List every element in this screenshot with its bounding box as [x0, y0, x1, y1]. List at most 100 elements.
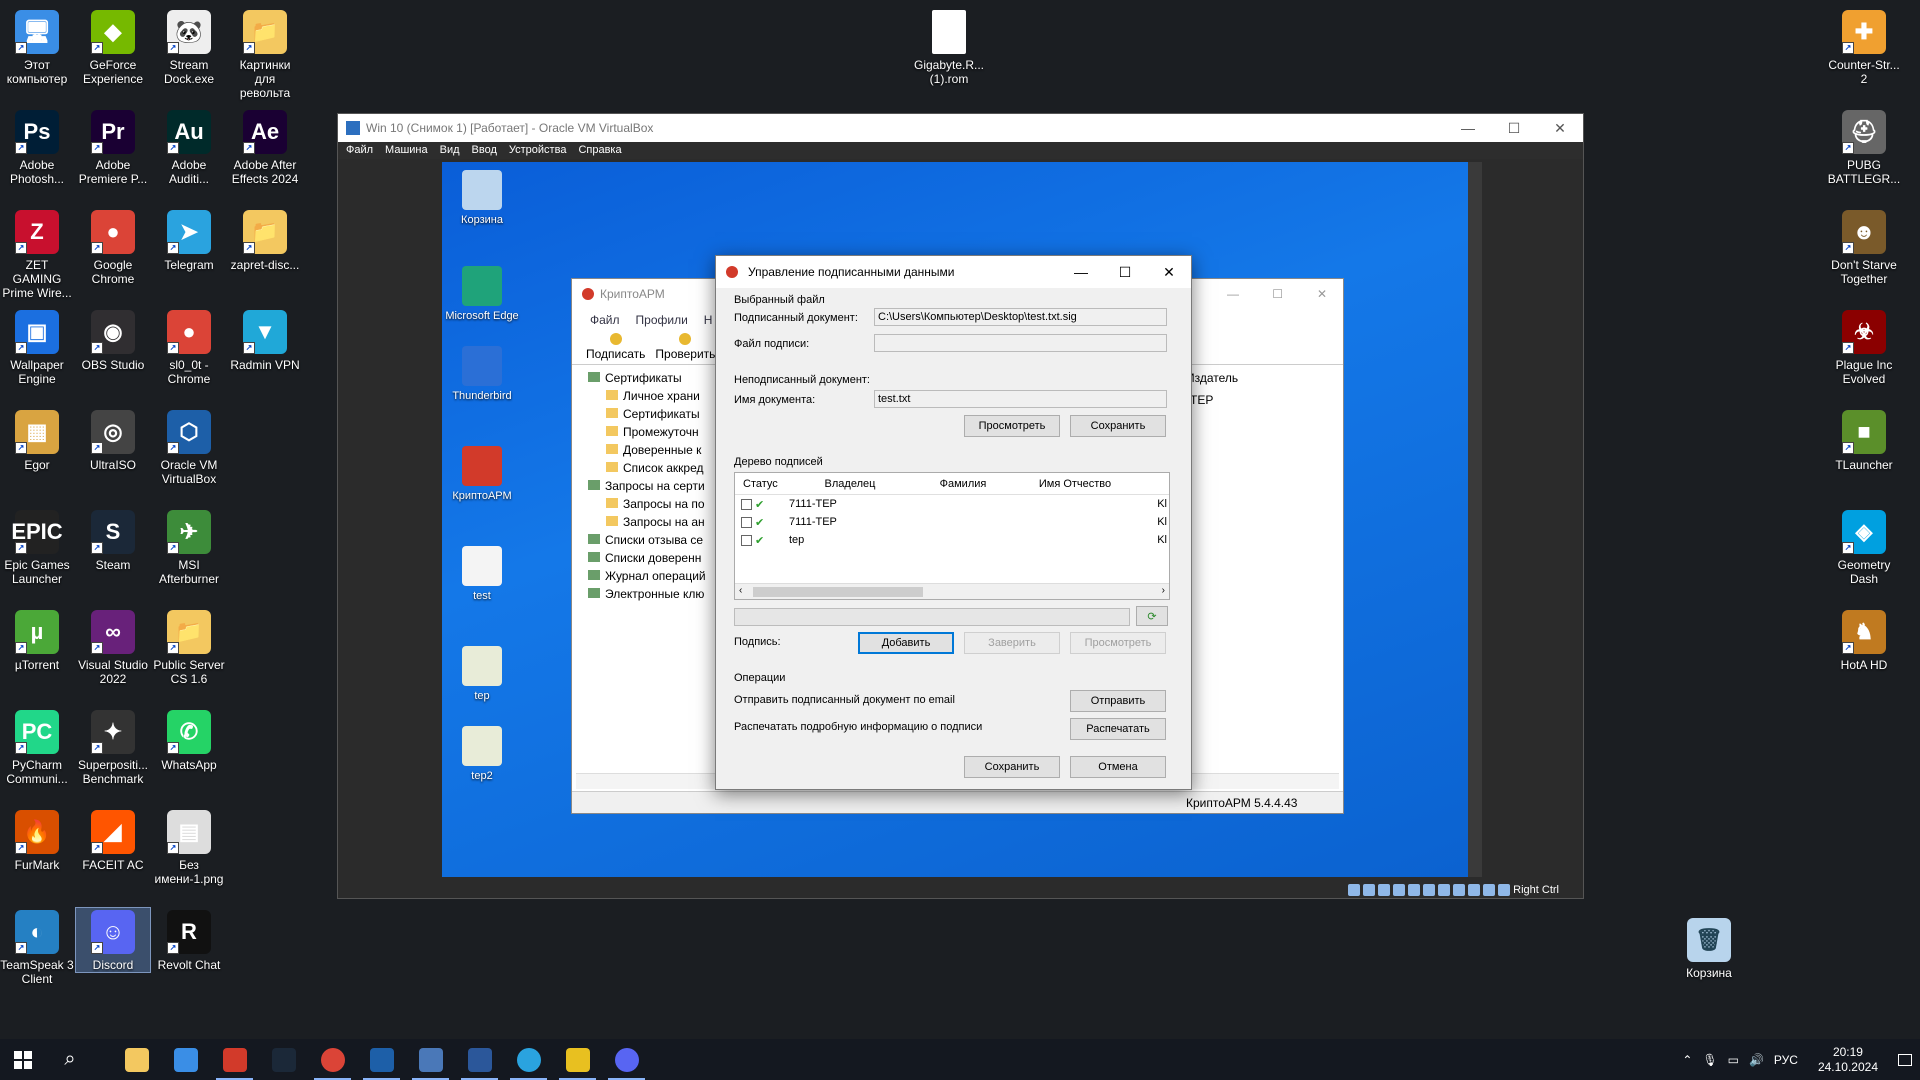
guest-desktop-icon[interactable]: test	[442, 546, 522, 602]
maximize-button[interactable]: ☐	[1272, 287, 1283, 301]
desktop-icon[interactable]: ▤ ↗ Без имени-1.png	[152, 808, 226, 886]
taskbar-button[interactable]	[455, 1039, 504, 1080]
minimize-button[interactable]: —	[1059, 256, 1103, 288]
desktop-icon[interactable]: ● ↗ sl0_0t - Chrome	[152, 308, 226, 386]
guest-desktop-icon[interactable]: Корзина	[442, 170, 522, 226]
scroll-right-icon[interactable]: ›	[1162, 585, 1165, 596]
desktop-icon-rom-file[interactable]: Gigabyte.R... (1).rom	[912, 8, 986, 86]
send-email-button[interactable]: Отправить	[1070, 690, 1166, 712]
desktop-icon[interactable]: 🐼 ↗ Stream Dock.exe	[152, 8, 226, 86]
column-name[interactable]: Имя Отчество	[1019, 478, 1131, 490]
desktop-icon[interactable]: Pr ↗ Adobe Premiere P...	[76, 108, 150, 186]
vt-status-icon[interactable]	[1468, 884, 1481, 896]
desktop-icon[interactable]: Z ↗ ZET GAMING Prime Wire...	[0, 208, 74, 300]
desktop-icon[interactable]: EPIC ↗ Epic Games Launcher	[0, 508, 74, 586]
ok-save-button[interactable]: Сохранить	[964, 756, 1060, 778]
desktop-icon[interactable]: Ae ↗ Adobe After Effects 2024	[228, 108, 302, 186]
cryptoarm-tree[interactable]: Сертификаты Личное храни Сертификаты Промеж…	[578, 369, 718, 759]
start-button[interactable]	[0, 1039, 46, 1080]
taskbar-button[interactable]	[161, 1039, 210, 1080]
save-document-button[interactable]: Сохранить	[1070, 415, 1166, 437]
table-row[interactable]: ✔ tep Kl	[735, 531, 1169, 549]
tree-item[interactable]: Сертификаты	[578, 369, 718, 387]
virtualbox-titlebar[interactable]: Win 10 (Снимок 1) [Работает] - Oracle VM…	[338, 114, 1583, 142]
network-icon[interactable]: ▭	[1728, 1053, 1739, 1067]
usb-status-icon[interactable]	[1408, 884, 1421, 896]
signed-doc-field[interactable]: C:\Users\Компьютер\Desktop\test.txt.sig	[874, 308, 1167, 326]
column-header-issuer[interactable]: Издатель	[1186, 371, 1238, 385]
menu-item[interactable]: Н	[704, 309, 713, 331]
clock[interactable]: 20:19 24.10.2024	[1818, 1045, 1878, 1075]
display-status-icon[interactable]	[1438, 884, 1451, 896]
row-checkbox[interactable]	[741, 498, 752, 510]
minimize-button[interactable]: —	[1445, 114, 1491, 142]
desktop-icon[interactable]: ✦ ↗ Superpositi... Benchmark	[76, 708, 150, 786]
desktop-icon[interactable]: ♞ ↗ HotA HD	[1826, 608, 1902, 672]
guest-desktop-icon[interactable]: Microsoft Edge	[442, 266, 522, 322]
desktop-icon[interactable]: ✆ ↗ WhatsApp	[152, 708, 226, 772]
desktop-icon[interactable]: 📁 ↗ zapret-disc...	[228, 208, 302, 272]
audio-status-icon[interactable]	[1378, 884, 1391, 896]
tree-item[interactable]: Личное храни	[578, 387, 718, 405]
view-signature-button[interactable]: Просмотреть	[1070, 632, 1166, 654]
desktop-icon[interactable]: ▣ ↗ Wallpaper Engine	[0, 308, 74, 386]
desktop-icon[interactable]: S ↗ Steam	[76, 508, 150, 572]
desktop-icon[interactable]: ◉ ↗ OBS Studio	[76, 308, 150, 372]
sig-file-field[interactable]	[874, 334, 1167, 352]
row-checkbox[interactable]	[741, 534, 752, 546]
desktop-icon[interactable]: ☻ ↗ Don't Starve Together	[1826, 208, 1902, 286]
maximize-button[interactable]: ☐	[1103, 256, 1147, 288]
tree-item[interactable]: Запросы на ан	[578, 513, 718, 531]
dialog-titlebar[interactable]: Управление подписанными данными — ☐ ✕	[716, 256, 1191, 288]
tree-item[interactable]: Электронные клю	[578, 585, 718, 603]
desktop-icon[interactable]: 🖥 ↗ Этот компьютер	[0, 8, 74, 86]
search-icon[interactable]: ⌕	[46, 1039, 94, 1080]
desktop-icon[interactable]: ✈ ↗ MSI Afterburner	[152, 508, 226, 586]
tree-item[interactable]: Запросы на серти	[578, 477, 718, 495]
microphone-icon[interactable]: 🎙	[1702, 1053, 1717, 1067]
vertical-scrollbar[interactable]	[1468, 162, 1482, 877]
column-owner[interactable]: Владелец	[793, 478, 907, 490]
desktop-icon[interactable]: ▼ ↗ Radmin VPN	[228, 308, 302, 372]
certify-button[interactable]: Заверить	[964, 632, 1060, 654]
tree-item[interactable]: Запросы на по	[578, 495, 718, 513]
tree-item[interactable]: Списки отзыва се	[578, 531, 718, 549]
tree-item[interactable]: Список аккред	[578, 459, 718, 477]
tree-item[interactable]: Промежуточн	[578, 423, 718, 441]
taskbar-button[interactable]	[553, 1039, 602, 1080]
desktop-icon[interactable]: ➤ ↗ Telegram	[152, 208, 226, 272]
tree-item[interactable]: Сертификаты	[578, 405, 718, 423]
cancel-button[interactable]: Отмена	[1070, 756, 1166, 778]
taskbar-button[interactable]	[602, 1039, 651, 1080]
desktop-icon[interactable]: PC ↗ PyCharm Communi...	[0, 708, 74, 786]
volume-icon[interactable]: 🔊	[1749, 1053, 1764, 1067]
desktop-icon[interactable]: ⛑ ↗ PUBG BATTLEGR...	[1826, 108, 1902, 186]
minimize-button[interactable]: —	[1227, 287, 1239, 301]
maximize-button[interactable]: ☐	[1491, 114, 1537, 142]
taskbar-button[interactable]	[406, 1039, 455, 1080]
taskbar-button[interactable]	[308, 1039, 357, 1080]
guest-desktop-icon[interactable]: КриптоАРМ	[442, 446, 522, 502]
desktop-icon[interactable]: ◐ ↗ TeamSpeak 3 Client	[0, 908, 74, 986]
desktop-icon[interactable]: ◆ ↗ GeForce Experience	[76, 8, 150, 86]
table-row[interactable]: ✔ 7111-TEP Kl	[735, 495, 1169, 513]
menu-item[interactable]: Машина	[385, 142, 428, 159]
signature-tree-table[interactable]: Статус Владелец Фамилия Имя Отчество ✔ 71…	[734, 472, 1170, 600]
desktop-icon[interactable]: ▦ ↗ Egor	[0, 408, 74, 472]
taskbar-button[interactable]	[357, 1039, 406, 1080]
desktop-icon[interactable]: Au ↗ Adobe Auditi...	[152, 108, 226, 186]
toolbar-button[interactable]: Подписать	[586, 331, 645, 364]
column-status[interactable]: Статус	[735, 478, 793, 490]
chevron-up-icon[interactable]: ⌃	[1682, 1053, 1692, 1067]
signed-data-dialog[interactable]: Управление подписанными данными — ☐ ✕ Вы…	[715, 255, 1192, 790]
close-button[interactable]: ✕	[1317, 287, 1327, 301]
table-horizontal-scrollbar[interactable]: ‹ ›	[735, 583, 1169, 599]
desktop-icon[interactable]: ◎ ↗ UltraISO	[76, 408, 150, 472]
menu-item[interactable]: Устройства	[509, 142, 567, 159]
table-row[interactable]: ✔ 7111-TEP Kl	[735, 513, 1169, 531]
menu-item[interactable]: Ввод	[472, 142, 497, 159]
desktop-icon[interactable]: ◈ ↗ Geometry Dash	[1826, 508, 1902, 586]
shared-folders-status-icon[interactable]	[1423, 884, 1436, 896]
hdd-status-icon[interactable]	[1348, 884, 1361, 896]
desktop-icon[interactable]: ● ↗ Google Chrome	[76, 208, 150, 286]
